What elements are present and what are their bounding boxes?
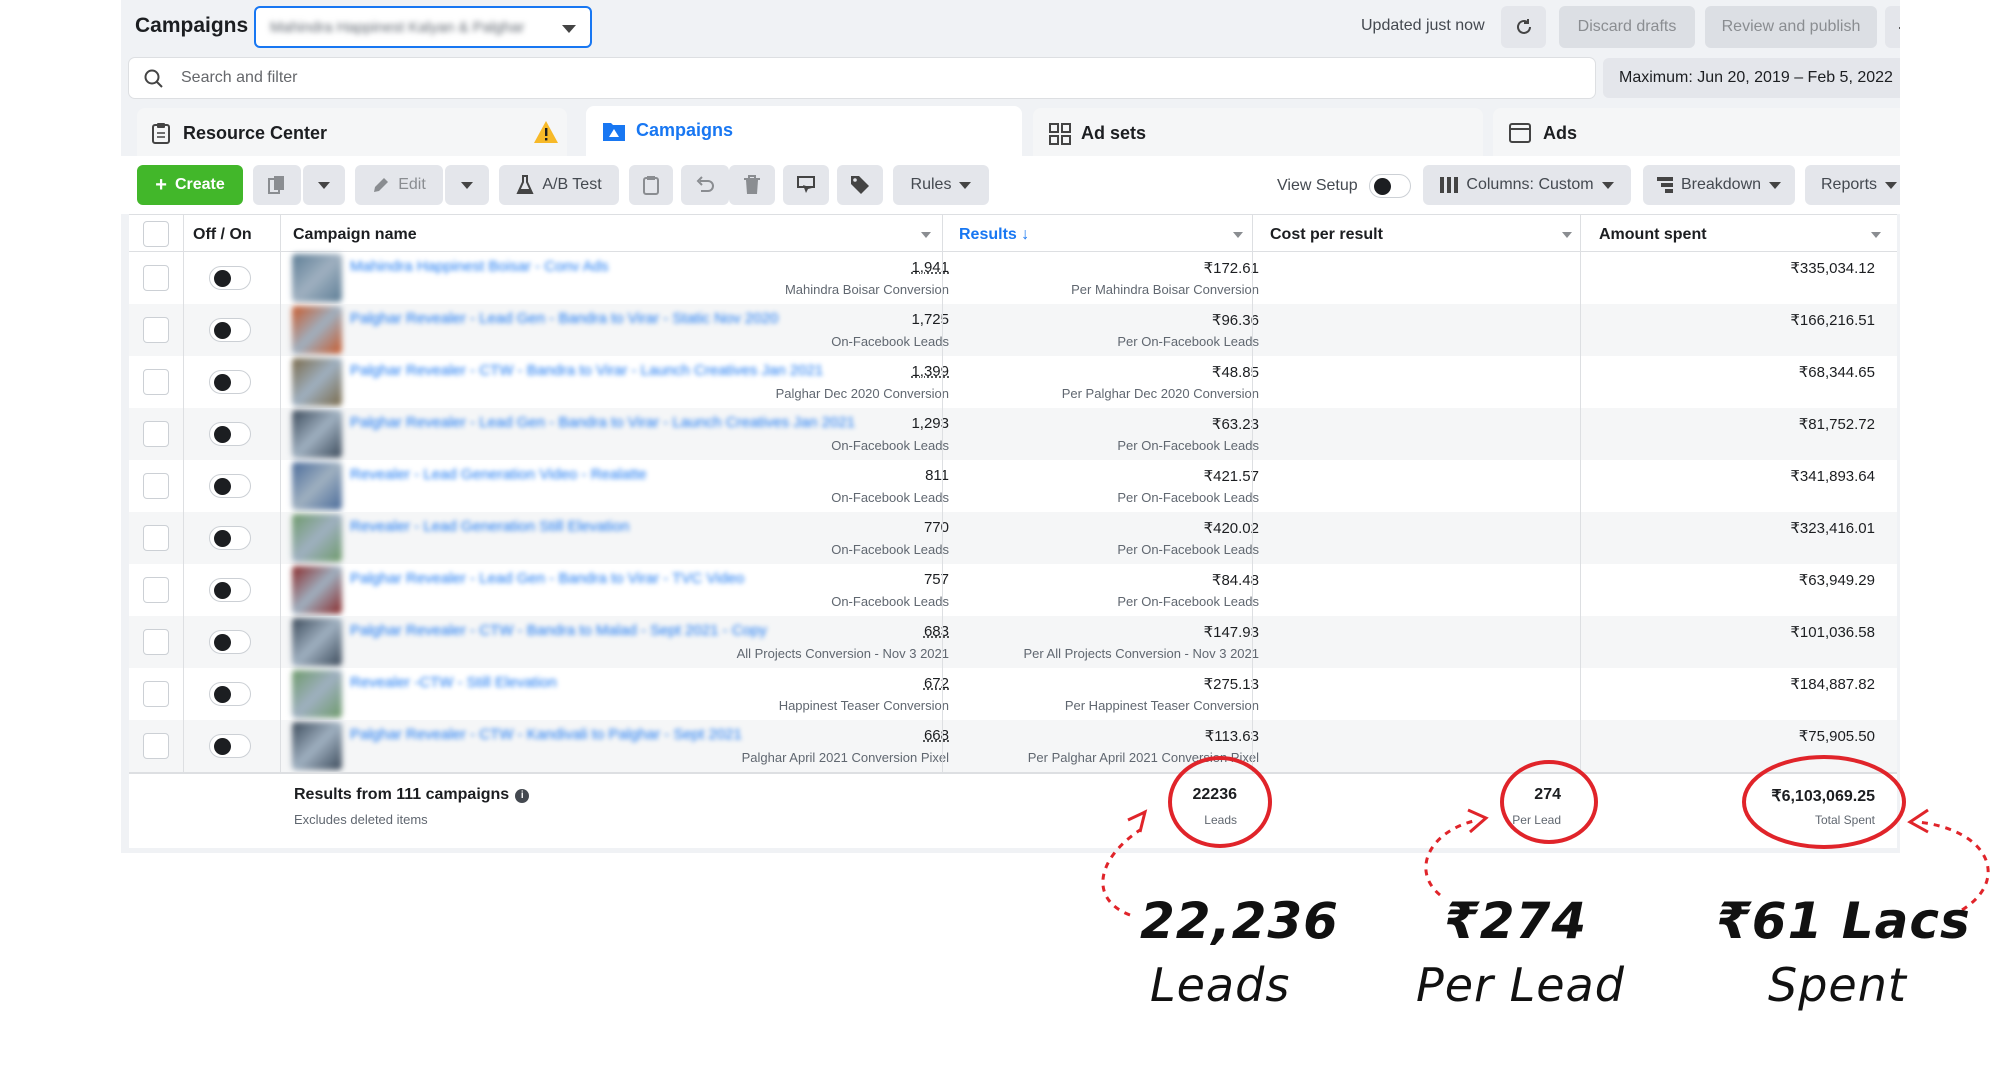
leads-arrowhead: [1127, 809, 1148, 833]
annotation-spent-value: ₹61 Lacs: [1716, 892, 1971, 950]
spent-arrowhead: [1907, 808, 1929, 834]
leads-arrow: [1101, 828, 1141, 917]
per-lead-circle: [1500, 760, 1598, 844]
annotation-spent-label: Spent: [1768, 958, 1907, 1012]
annotation-leads-value: 22,236: [1140, 892, 1339, 950]
annotation-layer: [1101, 755, 1990, 917]
annotation-cost-value: ₹274: [1444, 892, 1588, 950]
annotation-cost-label: Per Lead: [1416, 958, 1625, 1012]
leads-circle: [1168, 756, 1272, 848]
annotation-leads-label: Leads: [1150, 958, 1291, 1012]
total-spent-circle: [1742, 755, 1906, 849]
